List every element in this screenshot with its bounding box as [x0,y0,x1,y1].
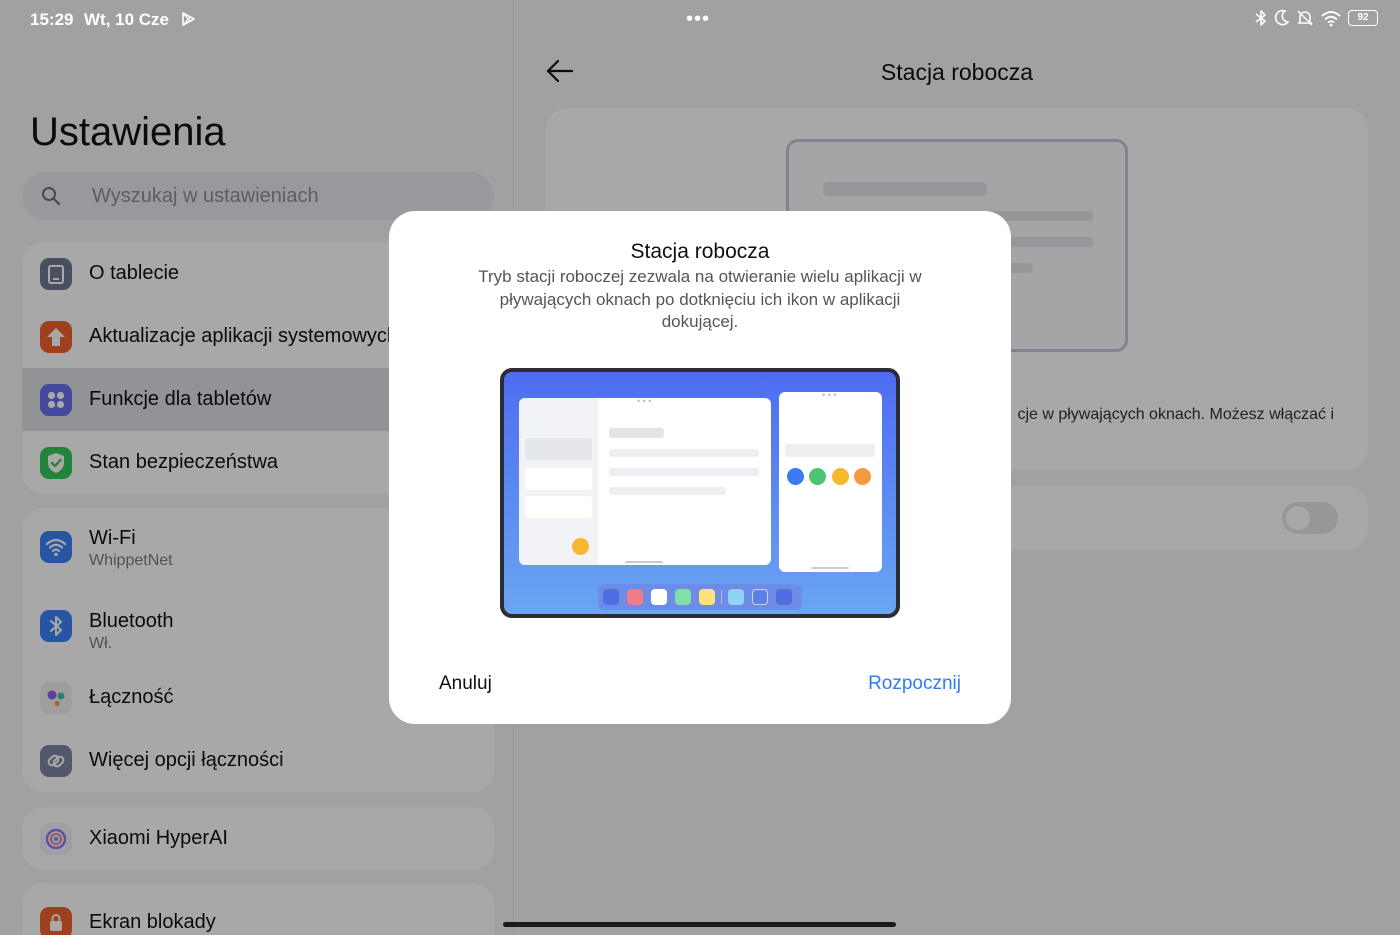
dialog-message: Tryb stacji roboczej zezwala na otwieran… [478,267,922,331]
play-store-icon [182,12,195,26]
multitask-dots-icon[interactable]: ••• [686,8,710,31]
floating-window-main: • • • [519,398,771,565]
status-date: Wt, 10 Cze [84,10,170,29]
dock-bar [598,584,802,610]
dialog-title: Stacja robocza [630,240,770,263]
home-indicator[interactable] [503,922,896,927]
status-time: 15:29 [30,10,74,29]
floating-window-side: • • • [779,390,882,572]
status-icons: 92 [1254,9,1378,27]
bell-off-icon [1297,10,1313,26]
battery-icon: 92 [1348,10,1378,26]
wifi-icon [1321,11,1341,27]
moon-icon [1274,9,1290,26]
cancel-button[interactable]: Anuluj [439,673,492,695]
workstation-dialog: Stacja robocza Tryb stacji roboczej zezw… [389,211,1011,724]
start-button[interactable]: Rozpocznij [868,673,961,695]
bluetooth-icon [1255,10,1266,26]
workstation-preview-illustration: • • • • • • [500,368,900,618]
status-bar: 15:29 Wt, 10 Cze ••• 92 [0,0,1400,40]
